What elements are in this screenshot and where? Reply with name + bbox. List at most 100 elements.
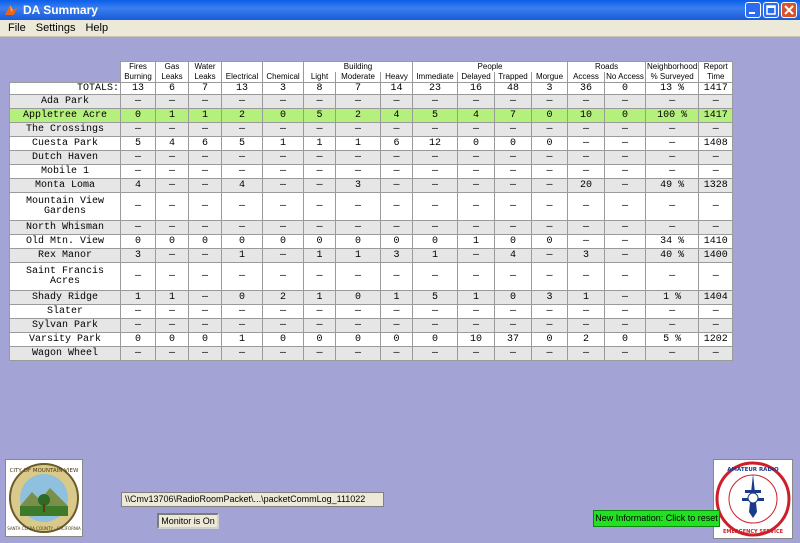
table-cell: — [531, 122, 568, 137]
table-row[interactable]: Rex Manor 3— —1—1 1 3 1—4—3—40 % 1400 [9, 248, 734, 263]
table-row[interactable]: Old Mtn. View 0 0 0 0 0 0 0 0 0 1 0 0— —34 % 1410 [9, 234, 734, 249]
totals-cell: 14 [380, 82, 413, 95]
table-cell: — [412, 262, 458, 291]
table-cell: — [380, 304, 413, 319]
table-cell: 1 [303, 136, 336, 151]
table-cell: — [303, 164, 336, 179]
table-cell: 1400 [698, 248, 734, 263]
table-cell: 3 [567, 248, 605, 263]
menu-help[interactable]: Help [85, 22, 108, 34]
table-cell: 1 [221, 332, 263, 347]
table-cell: — [155, 164, 189, 179]
table-row[interactable]: Saint Francis Acres — — — — — — — — — — — — — — — — [9, 262, 734, 291]
table-row[interactable]: Monta Loma 4— —4— —3— — — — —20—49 % 1328 [9, 178, 734, 193]
table-cell: — [335, 150, 381, 165]
totals-cell: 13 [120, 82, 156, 95]
table-cell: — [303, 192, 336, 221]
table-cell: — [644, 192, 700, 221]
table-cell: — [604, 248, 646, 263]
table-cell: — [567, 262, 605, 291]
table-cell: 0 [494, 234, 532, 249]
table-cell: 1 % [644, 290, 700, 305]
table-row[interactable]: Mobile 1— — — — — — — — — — — — — — — — [9, 164, 734, 179]
table-row[interactable]: Sylvan Park — — — — — — — — — — — — — — — — [9, 318, 734, 333]
table-cell: 4 [494, 248, 532, 263]
table-row[interactable]: Cuesta Park 5 4 6 5 1 1 1 6 12 0 0 0— — —1408 [9, 136, 734, 151]
minimize-button[interactable] [745, 2, 761, 18]
menu-file[interactable]: File [8, 22, 26, 34]
totals-cell: 13 [221, 82, 263, 95]
totals-cell: 23 [412, 82, 458, 95]
table-cell: — [262, 122, 304, 137]
table-row[interactable]: Shady Ridge 1 1—0 2 1 0 1 5 1 0 3 1—1 % 1404 [9, 290, 734, 305]
col-header-neighborhood: Neighborhood% Surveyed [644, 61, 700, 83]
table-row[interactable]: Wagon Wheel — — — — — — — — — — — — — — — — [9, 346, 734, 361]
table-row[interactable]: Ada Park — — — — — — — — — — — — — — — — [9, 94, 734, 109]
table-cell: — [380, 192, 413, 221]
neighborhood-name: Cuesta Park [9, 136, 121, 151]
maximize-icon [766, 5, 776, 15]
table-cell: 4 [221, 178, 263, 193]
table-cell: — [412, 220, 458, 235]
table-cell: — [155, 262, 189, 291]
table-row[interactable]: North Whisman — — — — — — — — — — — — — — — — [9, 220, 734, 235]
table-cell: — [531, 150, 568, 165]
new-information-reset-button[interactable]: New Information: Click to reset [593, 510, 720, 527]
table-cell: — [380, 150, 413, 165]
table-cell: — [412, 122, 458, 137]
table-row[interactable]: The Crossings — — — — — — — — — — — — — — — — [9, 122, 734, 137]
table-cell: — [567, 304, 605, 319]
table-cell: — [120, 164, 156, 179]
table-cell: 0 [604, 332, 646, 347]
table-cell: — [262, 192, 304, 221]
table-cell: 1 [262, 136, 304, 151]
table-cell: — [335, 164, 381, 179]
table-cell: — [567, 234, 605, 249]
menu-bar: File Settings Help [0, 20, 800, 37]
col-header-electrical: Electrical [221, 61, 263, 83]
table-row[interactable]: Slater — — — — — — — — — — — — — — — — [9, 304, 734, 319]
table-cell: 0 [604, 108, 646, 123]
table-cell: — [457, 192, 495, 221]
summary-table: Fires Burning Gas Leaks Water Leaks Electri… [9, 61, 734, 361]
table-cell: — [604, 122, 646, 137]
table-cell: 5 [221, 136, 263, 151]
table-cell: — [531, 94, 568, 109]
table-cell: 2 [262, 290, 304, 305]
table-cell: 0 [412, 234, 458, 249]
maximize-button[interactable] [763, 2, 779, 18]
monitor-status-button[interactable]: Monitor is On [157, 513, 219, 529]
table-row[interactable]: Mountain View Gardens — — — — — — — — — — — — — — — — [9, 192, 734, 221]
table-cell: 1 [221, 248, 263, 263]
table-cell: 0 [155, 234, 189, 249]
table-cell: — [155, 346, 189, 361]
table-cell: — [262, 220, 304, 235]
table-cell: 0 [457, 136, 495, 151]
table-cell: 1 [457, 290, 495, 305]
table-cell: — [412, 318, 458, 333]
table-cell: 1 [155, 290, 189, 305]
totals-cell: 16 [457, 82, 495, 95]
table-cell: — [262, 262, 304, 291]
table-cell: — [262, 150, 304, 165]
table-cell: — [303, 304, 336, 319]
menu-settings[interactable]: Settings [36, 22, 76, 34]
table-cell: — [155, 248, 189, 263]
table-cell: — [494, 304, 532, 319]
neighborhood-name: Mobile 1 [9, 164, 121, 179]
table-cell: — [303, 122, 336, 137]
table-cell: — [188, 346, 222, 361]
log-path-field[interactable]: \\Cmv13706\RadioRoomPacket\...\packetCom… [121, 492, 384, 507]
table-row[interactable]: Appletree Acre 0 1 1 2 0 5 2 4 5 4 7 0 10 0 100 % 1417 [9, 108, 734, 123]
table-cell: 4 [120, 178, 156, 193]
table-cell: — [188, 304, 222, 319]
table-cell: — [698, 220, 734, 235]
close-button[interactable] [781, 2, 797, 18]
table-row[interactable]: Dutch Haven — — — — — — — — — — — — — — — — [9, 150, 734, 165]
table-cell: — [188, 150, 222, 165]
table-row[interactable]: Varsity Park 0 0 0 1 0 0 0 0 0 10 37 0 2 0 5 % 1202 [9, 332, 734, 347]
table-cell: — [335, 220, 381, 235]
table-cell: — [644, 164, 700, 179]
table-cell: — [221, 94, 263, 109]
table-cell: — [412, 192, 458, 221]
